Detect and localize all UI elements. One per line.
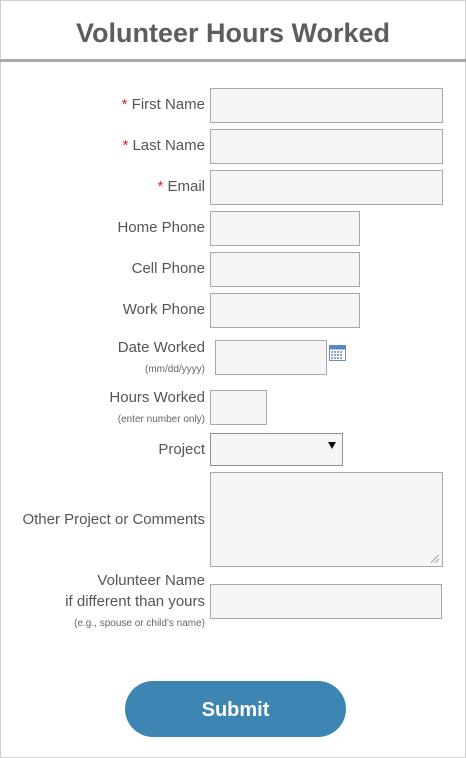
other-project-textarea[interactable] <box>210 472 443 567</box>
chevron-down-icon <box>328 442 336 449</box>
home-phone-input[interactable] <box>210 211 360 246</box>
project-label: Project <box>158 441 205 458</box>
first-name-label: * First Name <box>121 96 205 113</box>
volunteer-name-label-line2: if different than yours <box>65 593 205 610</box>
other-project-label: Other Project or Comments <box>22 511 205 528</box>
email-label: * Email <box>157 178 205 195</box>
date-worked-label: Date Worked <box>117 339 205 356</box>
hours-hint: (enter number only) <box>117 414 205 425</box>
hours-worked-label: Hours Worked <box>109 389 205 406</box>
volunteer-name-label: Volunteer Name <box>97 572 205 589</box>
project-select[interactable] <box>210 433 343 466</box>
required-marker: * <box>157 178 164 195</box>
last-name-input[interactable] <box>210 129 443 164</box>
hours-worked-input[interactable] <box>210 390 267 425</box>
page-title: Volunteer Hours Worked <box>0 0 466 62</box>
date-worked-input[interactable] <box>215 340 327 375</box>
resize-handle-icon[interactable] <box>431 555 439 563</box>
volunteer-name-input[interactable] <box>210 584 442 619</box>
work-phone-input[interactable] <box>210 293 360 328</box>
date-format-hint: (mm/dd/yyyy) <box>145 364 205 375</box>
cell-phone-input[interactable] <box>210 252 360 287</box>
required-marker: * <box>121 96 128 113</box>
work-phone-label: Work Phone <box>122 301 205 318</box>
volunteer-name-hint: (e.g., spouse or child's name) <box>74 618 205 629</box>
cell-phone-label: Cell Phone <box>131 260 205 277</box>
submit-button[interactable]: Submit <box>125 681 346 737</box>
last-name-label: * Last Name <box>122 137 205 154</box>
first-name-input[interactable] <box>210 88 443 123</box>
required-marker: * <box>122 137 129 154</box>
email-input[interactable] <box>210 170 443 205</box>
calendar-icon[interactable] <box>329 345 346 361</box>
home-phone-label: Home Phone <box>117 219 205 236</box>
